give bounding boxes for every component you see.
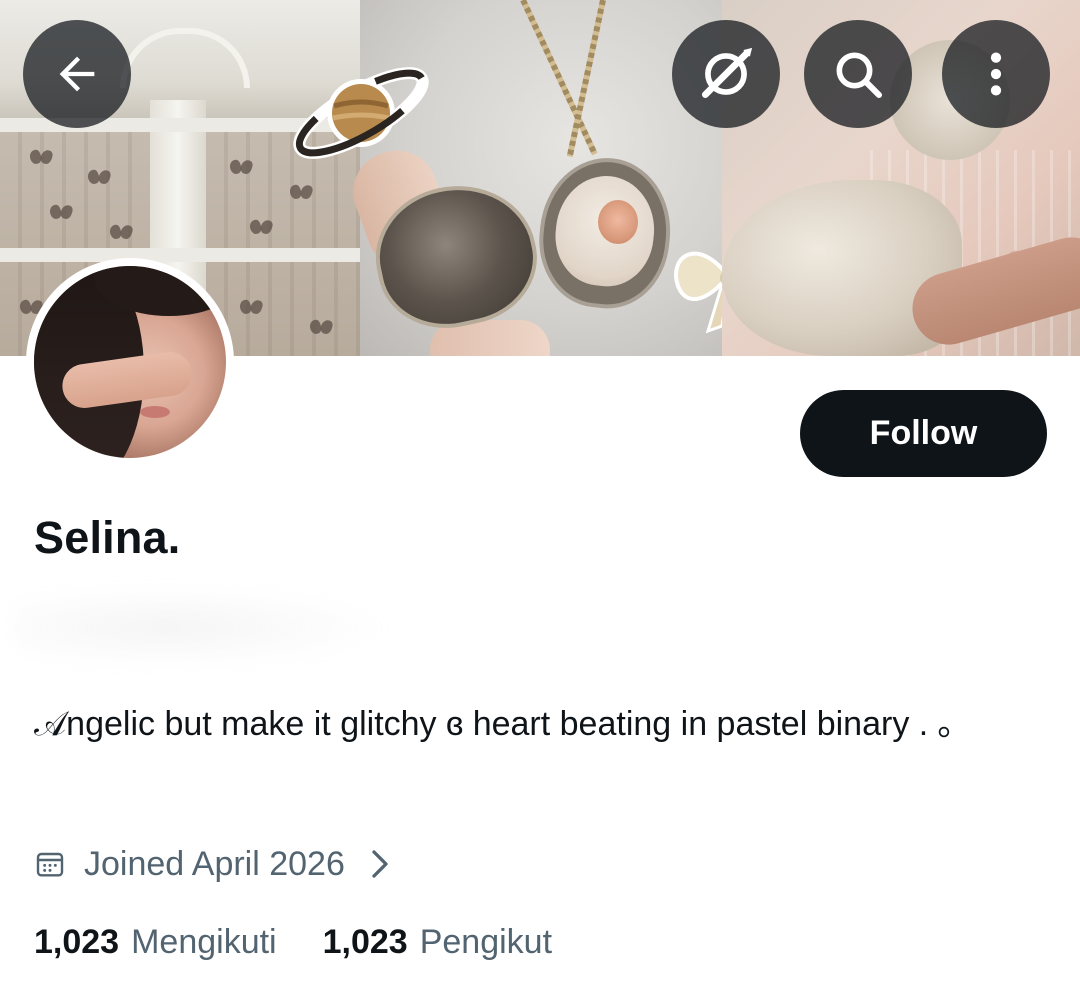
grok-button[interactable] xyxy=(672,20,780,128)
display-name: Selina. xyxy=(34,512,181,563)
arrow-left-icon xyxy=(59,56,95,92)
butterfly xyxy=(110,225,132,239)
butterfly xyxy=(240,300,262,314)
followers-count: 1,023 xyxy=(322,922,408,961)
profile-avatar[interactable] xyxy=(26,258,234,466)
following-link[interactable]: 1,023 Mengikuti xyxy=(34,923,277,962)
butterfly xyxy=(250,220,272,234)
calendar-icon xyxy=(34,848,66,880)
search-button[interactable] xyxy=(804,20,912,128)
cherub-portrait xyxy=(598,200,638,244)
butterfly xyxy=(50,205,72,219)
joined-date-text: Joined April 2026 xyxy=(84,844,345,883)
search-icon xyxy=(836,52,883,99)
saturn-sticker xyxy=(293,67,429,159)
cabinet-rail xyxy=(0,248,360,262)
avatar-photo xyxy=(34,266,226,458)
followers-label: Pengikut xyxy=(419,922,553,961)
follow-stats: 1,023 Mengikuti 1,023 Pengikut xyxy=(34,918,552,966)
more-vertical-icon xyxy=(990,52,1002,96)
following-count: 1,023 xyxy=(34,922,120,961)
butterfly xyxy=(88,170,110,184)
butterfly xyxy=(30,150,52,164)
avatar-lips xyxy=(140,406,170,418)
butterfly xyxy=(230,160,252,174)
more-options-button[interactable] xyxy=(942,20,1050,128)
butterfly xyxy=(310,320,332,334)
follow-button[interactable]: Follow xyxy=(800,390,1047,477)
grok-icon xyxy=(701,47,753,99)
followers-link[interactable]: 1,023 Pengikut xyxy=(323,923,552,962)
joined-date-row[interactable]: Joined April 2026 xyxy=(34,840,391,888)
chevron-right-icon xyxy=(369,849,391,879)
back-button[interactable] xyxy=(23,20,131,128)
blurred-handle xyxy=(14,585,394,669)
butterfly xyxy=(290,185,312,199)
following-label: Mengikuti xyxy=(131,922,277,961)
profile-bio: 𝒜ngelic but make it glitchy ɞ heart beat… xyxy=(34,705,955,743)
